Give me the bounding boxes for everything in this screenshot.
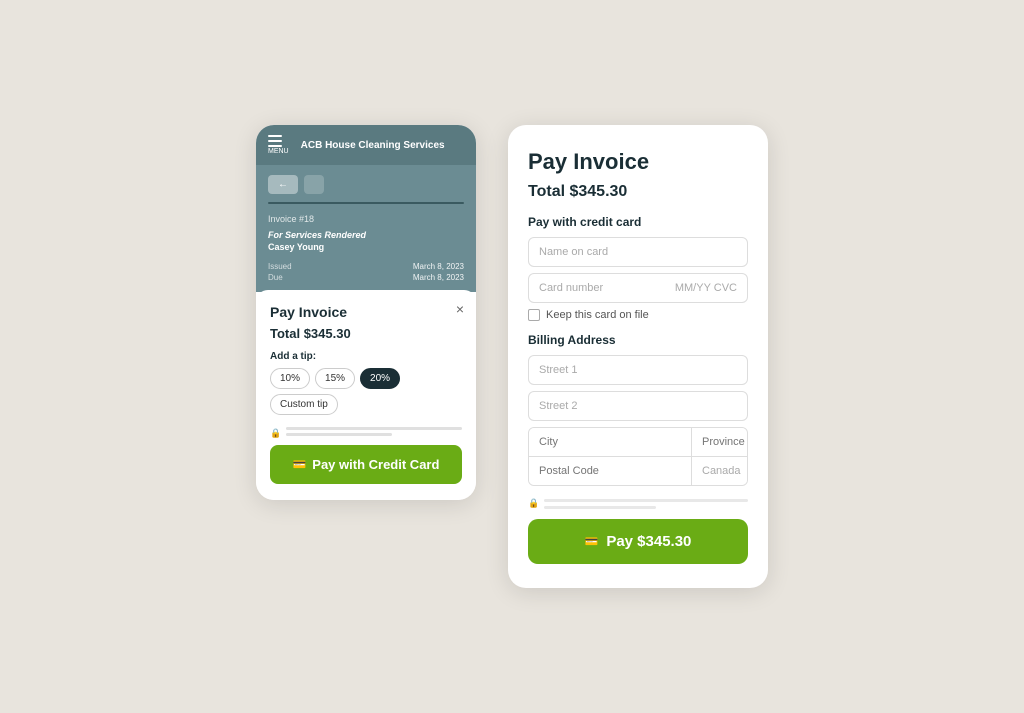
tip-custom-button[interactable]: Custom tip	[270, 394, 338, 415]
issued-date: March 8, 2023	[367, 262, 464, 271]
right-secure-line-2	[544, 506, 656, 509]
secure-row: 🔒	[270, 427, 462, 439]
modal-title: Pay Invoice	[270, 304, 462, 320]
city-input[interactable]	[529, 428, 691, 456]
name-on-card-input[interactable]	[528, 237, 748, 267]
address-grid	[528, 427, 748, 486]
menu-button[interactable]: MENU	[268, 135, 289, 155]
pay-full-button[interactable]: 💳 Pay $345.30	[528, 519, 748, 564]
keep-card-row: Keep this card on file	[528, 309, 748, 321]
right-lock-icon: 🔒	[528, 498, 539, 509]
menu-label: MENU	[268, 148, 289, 155]
card-number-placeholder: Card number	[539, 282, 669, 294]
payment-modal: × Pay Invoice Total $345.30 Add a tip: 1…	[256, 290, 476, 500]
issued-label: Issued	[268, 262, 365, 271]
total-amount: Total $345.30	[528, 183, 748, 201]
billing-section-label: Billing Address	[528, 333, 748, 347]
nav-buttons: ←	[268, 175, 464, 194]
card-number-row: Card number MM/YY CVC	[528, 273, 748, 303]
pay-credit-card-button[interactable]: 💳 Pay with Credit Card	[270, 445, 462, 484]
tip-15-button[interactable]: 15%	[315, 368, 355, 389]
country-input[interactable]	[691, 457, 748, 485]
keep-card-label: Keep this card on file	[546, 309, 649, 321]
lock-icon: 🔒	[270, 428, 281, 439]
card-section-label: Pay with credit card	[528, 215, 748, 229]
tab-indicator	[268, 202, 464, 204]
invoice-service-label: For Services Rendered	[268, 230, 464, 240]
modal-total: Total $345.30	[270, 326, 462, 341]
expiry-cvc-label: MM/YY CVC	[675, 282, 737, 294]
secure-line-1	[286, 427, 462, 430]
secure-lines	[286, 427, 462, 439]
hamburger-icon	[268, 135, 289, 147]
due-label: Due	[268, 273, 365, 282]
pay-button-label: Pay with Credit Card	[312, 457, 439, 472]
close-button[interactable]: ×	[456, 302, 464, 316]
credit-card-icon: 💳	[293, 458, 307, 471]
forward-button[interactable]	[304, 175, 324, 194]
province-input[interactable]	[691, 428, 748, 456]
postal-code-input[interactable]	[529, 457, 691, 485]
pay-card-icon: 💳	[585, 535, 599, 548]
pay-full-label: Pay $345.30	[606, 533, 691, 550]
right-secure-row: 🔒	[528, 498, 748, 509]
page-title: Pay Invoice	[528, 149, 748, 175]
left-phone-card: MENU ACB House Cleaning Services ← Invoi…	[256, 125, 476, 500]
back-button[interactable]: ←	[268, 175, 298, 194]
tip-20-button[interactable]: 20%	[360, 368, 400, 389]
invoice-dates: Issued March 8, 2023 Due March 8, 2023	[268, 262, 464, 282]
app-header: MENU ACB House Cleaning Services	[256, 125, 476, 165]
invoice-number: Invoice #18	[268, 214, 464, 224]
invoice-client-name: Casey Young	[268, 242, 464, 252]
right-secure-lines	[544, 499, 748, 509]
tip-10-button[interactable]: 10%	[270, 368, 310, 389]
secure-line-2	[286, 433, 391, 436]
street1-input[interactable]	[528, 355, 748, 385]
tip-label: Add a tip:	[270, 351, 462, 362]
due-date: March 8, 2023	[367, 273, 464, 282]
right-secure-line-1	[544, 499, 748, 502]
keep-card-checkbox[interactable]	[528, 309, 540, 321]
postal-country-row	[529, 456, 747, 485]
street2-input[interactable]	[528, 391, 748, 421]
city-province-row	[529, 428, 747, 456]
invoice-preview: ← Invoice #18 For Services Rendered Case…	[256, 165, 476, 292]
tip-options: 10% 15% 20% Custom tip	[270, 368, 462, 415]
right-panel-card: Pay Invoice Total $345.30 Pay with credi…	[508, 125, 768, 588]
app-title: ACB House Cleaning Services	[301, 140, 445, 151]
